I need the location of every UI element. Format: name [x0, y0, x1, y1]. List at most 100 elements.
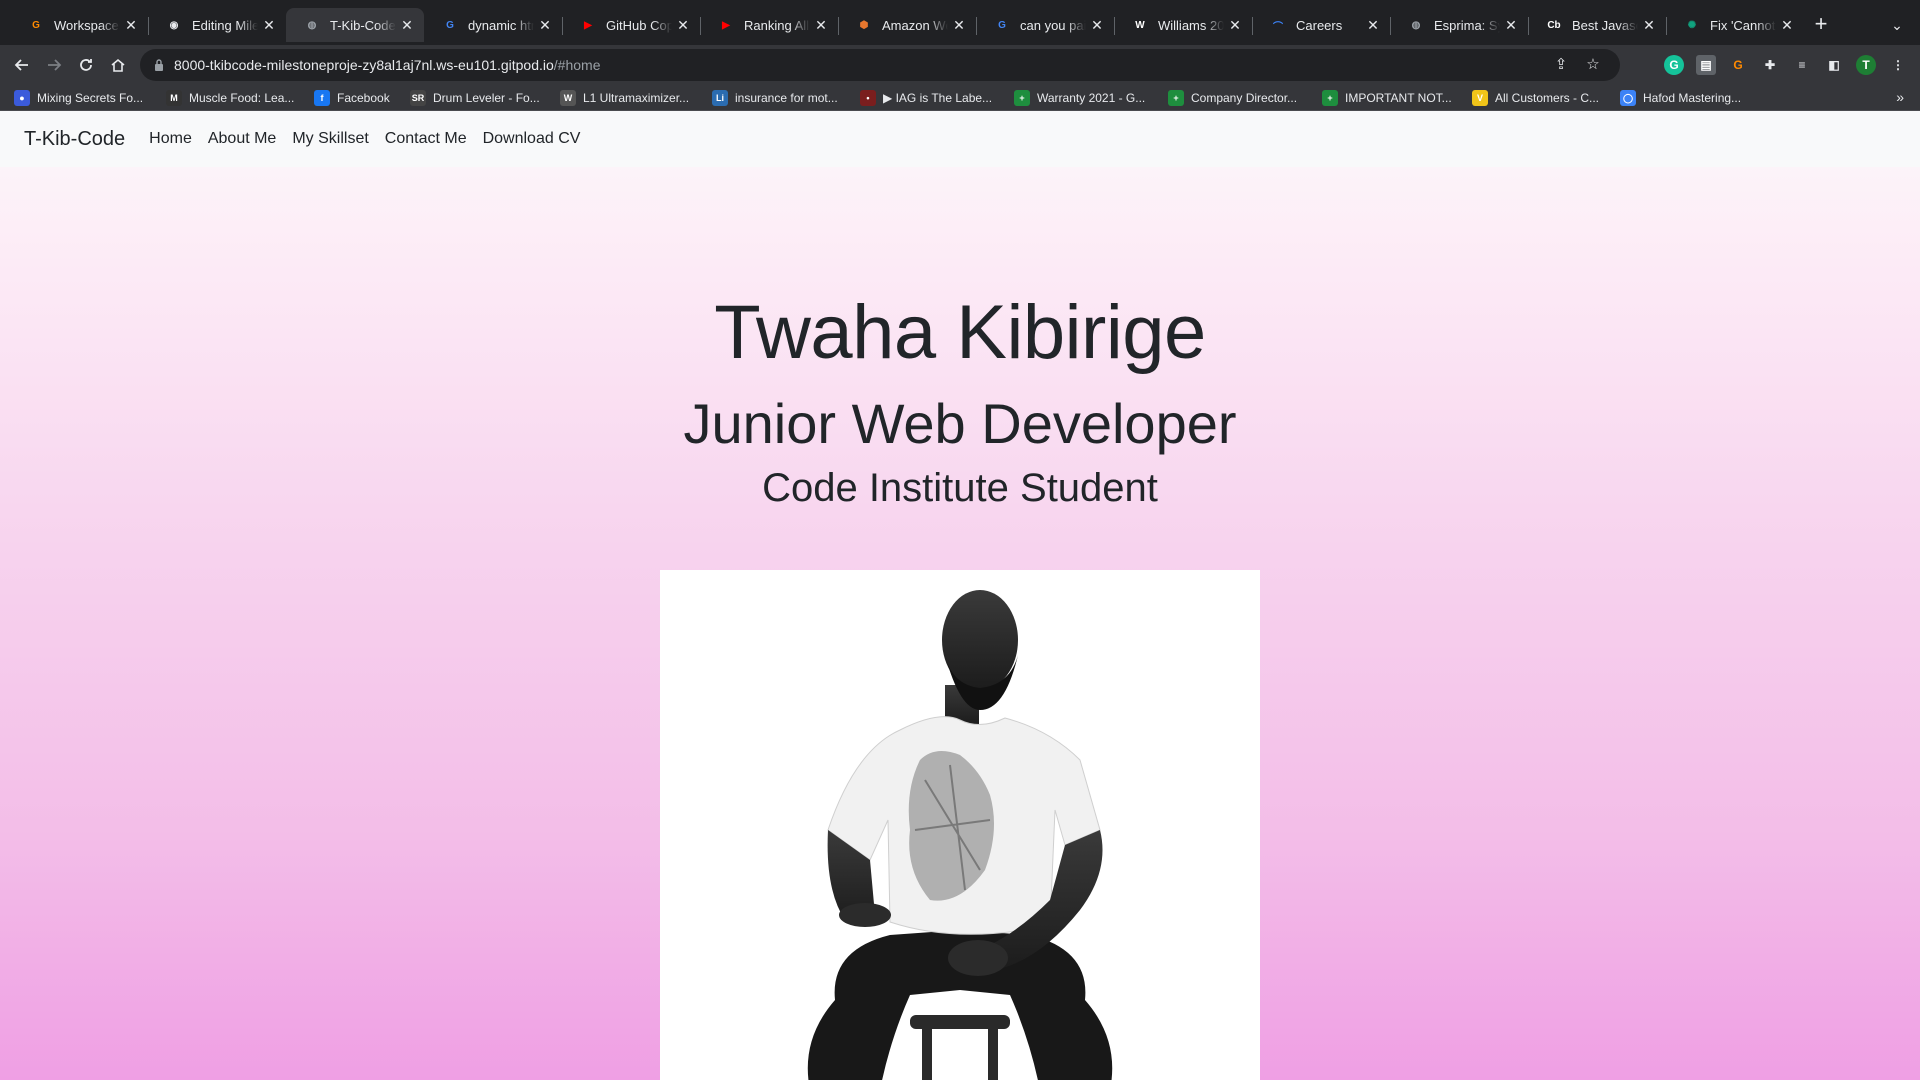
close-tab-icon[interactable]: ✕ [1228, 17, 1242, 34]
close-tab-icon[interactable]: ✕ [124, 17, 138, 34]
browser-tab[interactable]: ◍ T-Kib-Code | Home✕ [286, 8, 424, 42]
reload-button[interactable] [70, 49, 102, 81]
url-text: 8000-tkibcode-milestoneproje-zy8al1aj7nl… [174, 57, 601, 73]
bookmark-item[interactable]: SR Drum Leveler - Fo... [410, 89, 540, 107]
nav-link-skillset[interactable]: My Skillset [292, 130, 368, 148]
close-tab-icon[interactable]: ✕ [262, 17, 276, 34]
bookmark-title: Hafod Mastering... [1643, 91, 1742, 105]
browser-tab[interactable]: ▶ Ranking All S✕ [700, 8, 838, 42]
url-host: 8000-tkibcode-milestoneproje-zy8al1aj7nl… [174, 57, 554, 73]
youtube-icon: ▶ [584, 19, 592, 31]
bookmark-title: insurance for mot... [735, 91, 838, 105]
wikipedia-icon: W [1135, 19, 1145, 31]
bookmarks-bar: ● Mixing Secrets Fo... M Muscle Food: Lea..… [0, 85, 1920, 111]
bookmark-item[interactable]: ● Mixing Secrets Fo... [14, 89, 143, 107]
tab-title: Workspaces [54, 17, 120, 33]
seated-person-illustration [807, 590, 1113, 1080]
li-icon: Li [712, 90, 728, 106]
browser-tab[interactable]: W Williams 2021✕ [1114, 8, 1252, 42]
facebook-icon: f [314, 90, 330, 106]
extension-icon[interactable]: ▤ [1696, 55, 1716, 75]
side-panel-icon[interactable]: ◧ [1824, 55, 1844, 75]
close-tab-icon[interactable]: ✕ [400, 17, 414, 34]
sheets-icon: + [1014, 90, 1030, 106]
bookmark-item[interactable]: ◯ Hafod Mastering... [1620, 89, 1741, 107]
gitpod-extension-icon[interactable]: G [1728, 55, 1748, 75]
hero-name-heading: Twaha Kibirige [714, 290, 1206, 375]
profile-avatar[interactable]: T [1856, 55, 1876, 75]
browser-tab[interactable]: Gcan you pair ✕ [976, 8, 1114, 42]
browser-tab[interactable]: ⬢ Amazon Web✕ [838, 8, 976, 42]
bookmark-item[interactable]: + Warranty 2021 - G... [1014, 89, 1145, 107]
bookmark-item[interactable]: + Company Director... [1168, 89, 1297, 107]
tab-title: Williams 2021 [1158, 17, 1224, 33]
bookmarks-overflow-button[interactable]: » [1896, 89, 1904, 105]
chatgpt-icon: ✺ [1687, 19, 1697, 31]
nav-link-download-cv[interactable]: Download CV [483, 130, 581, 148]
bookmark-item[interactable]: Li insurance for mot... [712, 89, 838, 107]
bookmark-item[interactable]: W L1 Ultramaximizer... [560, 89, 689, 107]
close-tab-icon[interactable]: ✕ [1504, 17, 1518, 34]
tab-search-button[interactable]: ⌄ [1884, 12, 1910, 38]
github-icon: ◉ [169, 19, 179, 31]
globe-icon: ◍ [307, 19, 317, 31]
bookmark-title: Muscle Food: Lea... [189, 91, 295, 105]
browser-menu-icon[interactable]: ⋮ [1888, 55, 1908, 75]
browser-tab[interactable]: ⌒ Careers ✕ [1252, 8, 1390, 42]
close-tab-icon[interactable]: ✕ [1780, 17, 1794, 34]
url-path: /#home [553, 57, 601, 73]
tab-title: T-Kib-Code | Home [330, 17, 396, 33]
bookmark-item[interactable]: V All Customers - C... [1472, 89, 1599, 107]
nav-link-about[interactable]: About Me [208, 130, 276, 148]
bookmark-title: All Customers - C... [1495, 91, 1600, 105]
tab-title: Esprima: Syntax [1434, 17, 1500, 33]
close-tab-icon[interactable]: ✕ [1090, 17, 1104, 34]
youtube-icon: ▶ [722, 19, 730, 31]
home-button[interactable] [102, 49, 134, 81]
close-tab-icon[interactable]: ✕ [952, 17, 966, 34]
site-navbar: T-Kib-Code Home About Me My Skillset Con… [0, 111, 1920, 167]
bookmark-title: IMPORTANT NOT... [1345, 91, 1452, 105]
back-button[interactable] [6, 49, 38, 81]
close-tab-icon[interactable]: ✕ [676, 17, 690, 34]
bookmark-star-icon[interactable]: ☆ [1584, 56, 1602, 74]
bookmark-title: Company Director... [1191, 91, 1298, 105]
share-icon[interactable]: ⇪ [1552, 56, 1570, 74]
nav-link-contact[interactable]: Contact Me [385, 130, 467, 148]
browser-tab[interactable]: Gdynamic html✕ [424, 8, 562, 42]
media-control-icon[interactable]: ≡ [1792, 55, 1812, 75]
new-tab-button[interactable]: + [1808, 12, 1834, 38]
close-tab-icon[interactable]: ✕ [538, 17, 552, 34]
bookmark-item[interactable]: f Facebook [314, 89, 390, 107]
close-tab-icon[interactable]: ✕ [814, 17, 828, 34]
browser-tab[interactable]: ◉ Editing Milestone✕ [148, 8, 286, 42]
site-brand-link[interactable]: T-Kib-Code [24, 128, 125, 151]
bookmark-item[interactable]: M Muscle Food: Lea... [166, 89, 294, 107]
aws-icon: ⬢ [859, 19, 869, 31]
browser-tab[interactable]: Cb Best Javascript✕ [1528, 8, 1666, 42]
mixing-icon: ● [14, 90, 30, 106]
extensions-puzzle-icon[interactable]: ✚ [1760, 55, 1780, 75]
browser-tab[interactable]: G Workspaces ✕ [10, 8, 148, 42]
browser-tab[interactable]: ✺ Fix 'Cannot s✕ [1666, 8, 1804, 42]
grammarly-extension-icon[interactable]: G [1664, 55, 1684, 75]
forward-button[interactable] [38, 49, 70, 81]
bookmark-title: ▶ IAG is The Labe... [883, 91, 993, 105]
browser-tab[interactable]: ▶ GitHub Copilot✕ [562, 8, 700, 42]
sheets-icon: + [1168, 90, 1184, 106]
bookmark-item[interactable]: • ▶ IAG is The Labe... [860, 89, 992, 107]
browser-tab[interactable]: ◍ Esprima: Syntax✕ [1390, 8, 1528, 42]
tab-title: Fix 'Cannot s [1710, 17, 1776, 33]
tab-title: GitHub Copilot [606, 17, 672, 33]
nav-link-home[interactable]: Home [149, 130, 192, 148]
reload-icon [80, 59, 92, 71]
drum-icon: SR [410, 90, 426, 106]
address-bar[interactable]: 8000-tkibcode-milestoneproje-zy8al1aj7nl… [140, 49, 1620, 81]
back-arrow-icon [14, 59, 28, 71]
tab-title: Best Javascript [1572, 17, 1638, 33]
close-tab-icon[interactable]: ✕ [1366, 17, 1380, 34]
bookmark-item[interactable]: + IMPORTANT NOT... [1322, 89, 1452, 107]
close-tab-icon[interactable]: ✕ [1642, 17, 1656, 34]
waves-icon: W [560, 90, 576, 106]
careers-icon: ⌒ [1273, 21, 1283, 33]
